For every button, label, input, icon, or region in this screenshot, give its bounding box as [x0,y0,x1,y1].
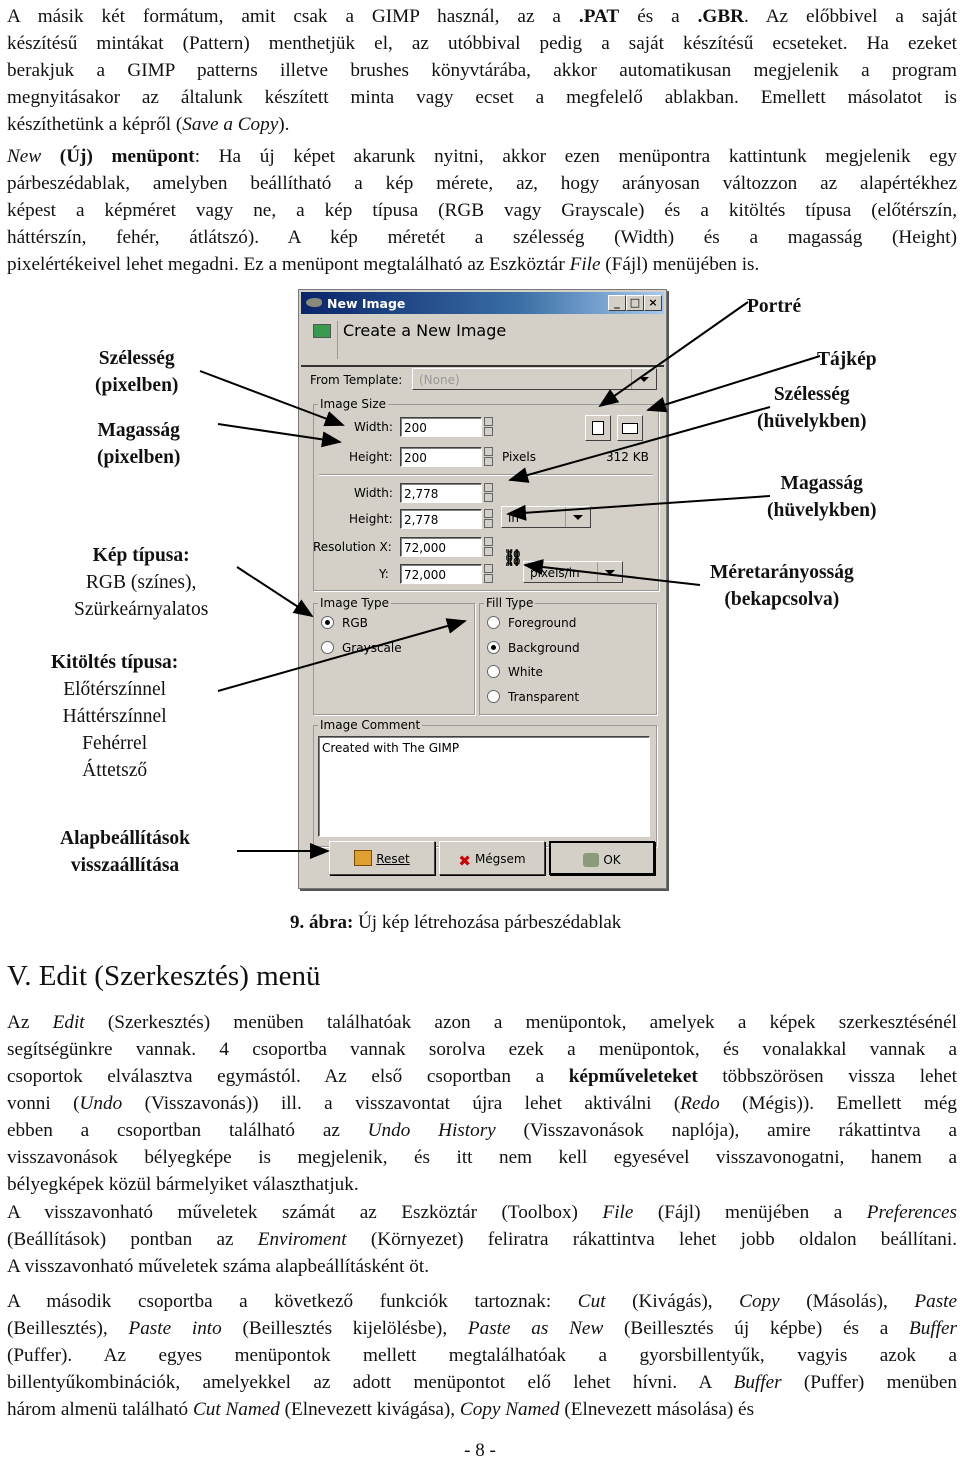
figure-caption: 9. ábra: Új kép létrehozása párbeszédabl… [290,912,622,933]
arrow-fill-type [217,618,467,692]
edit-menu-paragraph: Az Edit (Szerkesztés) menüben találhatóa… [7,1009,957,1198]
text-line: (Beillesztés), Paste into (Beillesztés k… [7,1318,958,1339]
text-line: (Puffer). Az egyes menüpontok mellett me… [7,1345,957,1366]
second-group-paragraph: A második csoportba a következő funkciók… [7,1288,957,1423]
text-line: billentyűkombinációk, amelyekkel az adot… [7,1372,957,1393]
arrow-width-in [508,406,771,483]
text-line: segítségünkre vannak. 4 csoportba vannak… [7,1039,957,1060]
text-line: bélyegképek közül bármelyiket választhat… [7,1174,359,1195]
page-number: - 8 - [464,1440,496,1461]
text-line: A visszavonható műveletek száma alapbeál… [7,1256,429,1277]
text-line: Az Edit (Szerkesztés) menüben találhatóa… [7,1012,958,1033]
text-line: ebben a csoportban található az Undo His… [7,1120,957,1141]
arrow-height-in [506,495,771,521]
arrow-portrait [598,301,749,408]
text-line: három almenü található Cut Named (Elneve… [7,1399,755,1420]
arrow-image-type [236,566,314,618]
arrow-chain [523,559,701,586]
arrow-width-px [199,370,345,427]
text-line: (Beállítások) pontban az Enviroment (Kör… [7,1229,957,1250]
text-line: A második csoportba a következő funkciók… [7,1291,958,1312]
arrow-landscape [646,355,821,413]
undo-settings-paragraph: A visszavonható műveletek számát az Eszk… [7,1199,957,1280]
text-line: csoportok elválasztva egymástól. Az első… [7,1066,957,1087]
arrow-height-px [217,423,342,448]
text-line: visszavonások bélyegképe is megjelenik, … [7,1147,957,1168]
text-line: A visszavonható műveletek számát az Eszk… [7,1202,957,1223]
text-line: vonni (Undo (Visszavonás)) ill. a vissza… [7,1093,957,1114]
section-heading: V. Edit (Szerkesztés) menü [7,960,321,992]
